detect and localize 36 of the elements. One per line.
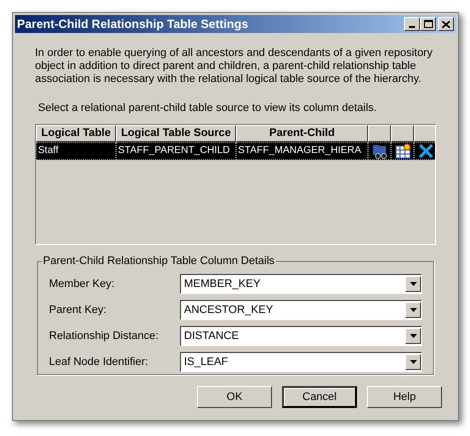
column-header[interactable] bbox=[368, 125, 391, 142]
column-dropdown[interactable]: DISTANCE bbox=[180, 326, 422, 346]
dialog-button[interactable]: Help bbox=[367, 386, 442, 408]
column-dropdown[interactable]: ANCESTOR_KEY bbox=[180, 300, 422, 320]
instruction-text: Select a relational parent-child table source to view its column details. bbox=[38, 102, 378, 115]
field-label: Leaf Node Identifier: bbox=[49, 354, 150, 370]
column-header[interactable]: Parent-Child bbox=[236, 125, 368, 142]
minimize-button[interactable] bbox=[404, 17, 420, 31]
field-label: Member Key: bbox=[49, 276, 116, 292]
column-header[interactable]: Logical Table bbox=[36, 125, 116, 142]
field-label: Parent Key: bbox=[49, 302, 108, 318]
new-table-button[interactable] bbox=[391, 142, 414, 160]
maximize-button[interactable] bbox=[420, 17, 436, 31]
column-dropdown[interactable]: MEMBER_KEY bbox=[180, 274, 422, 294]
maximize-icon bbox=[424, 20, 432, 28]
group-title: Parent-Child Relationship Table Column Details bbox=[42, 254, 276, 268]
table-cell: Staff bbox=[36, 142, 116, 160]
browse-icon bbox=[372, 143, 388, 159]
table-cell: STAFF_MANAGER_HIERA bbox=[236, 142, 368, 160]
delete-icon bbox=[418, 143, 434, 159]
minimize-icon bbox=[409, 26, 415, 28]
close-button[interactable] bbox=[438, 17, 454, 31]
window-title: Parent-Child Relationship Table Settings bbox=[17, 16, 250, 33]
field-label: Relationship Distance: bbox=[49, 328, 160, 344]
column-dropdown[interactable]: IS_LEAF bbox=[180, 352, 422, 372]
dialog-button[interactable]: Cancel bbox=[282, 386, 357, 408]
column-header[interactable]: Logical Table Source bbox=[116, 125, 236, 142]
delete-button[interactable] bbox=[414, 142, 435, 160]
close-icon bbox=[442, 20, 450, 28]
column-header[interactable] bbox=[414, 125, 435, 142]
new-table-icon bbox=[394, 143, 410, 159]
description-text: In order to enable querying of all ancestors and descendants of a given repository object in addition to direct parent and children, a parent-child relationship table association is necessary with the relational logical table source of the hierarchy. bbox=[35, 47, 434, 86]
column-header[interactable] bbox=[391, 125, 414, 142]
browse-button[interactable] bbox=[368, 142, 391, 160]
table-cell: STAFF_PARENT_CHILD bbox=[116, 142, 236, 160]
dialog-button[interactable]: OK bbox=[197, 386, 272, 408]
